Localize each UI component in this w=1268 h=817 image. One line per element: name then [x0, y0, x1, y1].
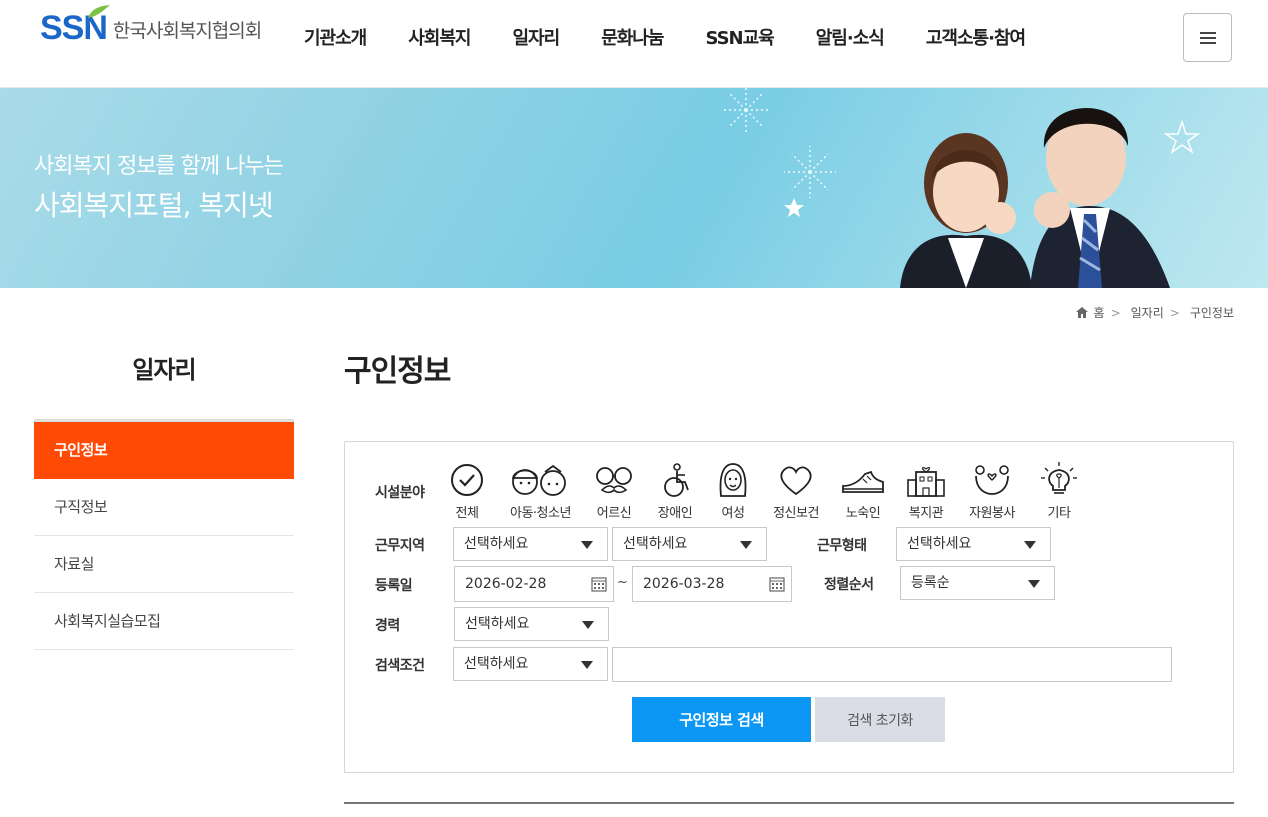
category-children[interactable]: 아동·청소년: [510, 462, 571, 521]
helping-hands-icon: [975, 465, 1009, 495]
keyword-input[interactable]: [612, 647, 1172, 682]
nav-item-education[interactable]: SSN교육: [705, 24, 774, 50]
main-nav: 기관소개 사회복지 일자리 문화나눔 SSN교육 알림·소식 고객소통·참여: [304, 24, 1067, 50]
chevron-down-icon: [582, 621, 594, 629]
chevron-down-icon: [740, 541, 752, 549]
date-to-input[interactable]: 2026-03-28: [632, 566, 792, 602]
condition-label: 검색조건: [375, 658, 425, 674]
building-icon: [907, 466, 945, 497]
site-logo[interactable]: SSN 한국사회복지협의회: [40, 5, 262, 48]
condition-select[interactable]: 선택하세요: [453, 647, 608, 681]
breadcrumb: 홈 > 일자리 > 구인정보: [1075, 304, 1234, 321]
sidebar-item-job-seeking[interactable]: 구직정보: [34, 479, 294, 536]
wheelchair-icon: [664, 463, 689, 497]
category-mental-health[interactable]: 정신보건: [766, 462, 826, 521]
worktype-label: 근무형태: [817, 538, 867, 554]
breadcrumb-jobs[interactable]: 일자리: [1131, 304, 1164, 321]
calendar-icon[interactable]: [769, 576, 785, 592]
chevron-down-icon: [1028, 580, 1040, 588]
sidebar-item-internship[interactable]: 사회복지실습모집: [34, 593, 294, 650]
nav-item-jobs[interactable]: 일자리: [513, 24, 561, 50]
chevron-down-icon: [581, 661, 593, 669]
sort-label: 정렬순서: [824, 577, 874, 593]
nav-item-customer[interactable]: 고객소통·참여: [926, 24, 1026, 50]
category-homeless[interactable]: 노숙인: [833, 462, 893, 521]
breadcrumb-home[interactable]: 홈: [1094, 304, 1105, 321]
home-icon[interactable]: [1075, 307, 1088, 318]
woman-icon: [719, 463, 747, 497]
date-range-separator: ~: [617, 575, 628, 590]
nav-item-about[interactable]: 기관소개: [304, 24, 367, 50]
reset-search-button[interactable]: 검색 초기화: [815, 697, 945, 742]
leaf-icon: [88, 5, 110, 18]
sort-select[interactable]: 등록순: [900, 566, 1055, 600]
chevron-down-icon: [1024, 541, 1036, 549]
nav-item-news[interactable]: 알림·소식: [816, 24, 885, 50]
breadcrumb-current: 구인정보: [1189, 306, 1234, 320]
category-other[interactable]: 기타: [1029, 462, 1089, 521]
region-label: 근무지역: [375, 538, 425, 554]
sidebar-title: 일자리: [132, 356, 196, 384]
results-divider: [344, 802, 1234, 804]
category-elderly[interactable]: 어르신: [584, 462, 644, 521]
sidebar-menu: 구인정보 구직정보 자료실 사회복지실습모집: [34, 419, 294, 650]
worktype-select[interactable]: 선택하세요: [896, 527, 1051, 561]
category-women[interactable]: 여성: [703, 462, 763, 521]
heart-icon: [780, 466, 812, 496]
chevron-right-icon: >: [1110, 305, 1121, 320]
job-search-button[interactable]: 구인정보 검색: [632, 697, 811, 742]
hamburger-icon: [1199, 31, 1216, 34]
nav-item-welfare[interactable]: 사회복지: [408, 24, 471, 50]
site-header: SSN 한국사회복지협의회 기관소개 사회복지 일자리 문화나눔 SSN교육 알…: [0, 0, 1268, 88]
region-select-1[interactable]: 선택하세요: [453, 527, 608, 561]
nav-item-culture[interactable]: 문화나눔: [601, 24, 664, 50]
region-select-2[interactable]: 선택하세요: [612, 527, 767, 561]
category-volunteer[interactable]: 자원봉사: [962, 462, 1022, 521]
category-all[interactable]: 전체: [437, 462, 497, 521]
category-welfare-center[interactable]: 복지관: [896, 462, 956, 521]
career-select[interactable]: 선택하세요: [454, 607, 609, 641]
sidebar-item-job-posting[interactable]: 구인정보: [34, 422, 294, 479]
hero-banner: 사회복지 정보를 함께 나누는 사회복지포털, 복지넷: [0, 88, 1268, 288]
lightbulb-icon: [1041, 462, 1077, 494]
glasses-mustache-icon: [596, 467, 632, 494]
chevron-down-icon: [581, 541, 593, 549]
facility-label: 시설분야: [375, 485, 425, 501]
logo-org-name: 한국사회복지협의회: [112, 20, 262, 42]
page-title: 구인정보: [344, 354, 451, 389]
check-circle-icon: [451, 464, 483, 496]
sidebar-item-archive[interactable]: 자료실: [34, 536, 294, 593]
banner-illustration: [724, 88, 1201, 288]
shoe-icon: [842, 470, 884, 493]
chevron-right-icon: >: [1169, 305, 1180, 320]
calendar-icon[interactable]: [591, 576, 607, 592]
category-disabled[interactable]: 장애인: [645, 462, 705, 521]
banner-subtitle: 사회복지 정보를 함께 나누는: [34, 154, 284, 179]
date-from-input[interactable]: 2026-02-28: [454, 566, 614, 602]
date-label: 등록일: [375, 578, 413, 594]
children-icon: [511, 464, 566, 496]
banner-title: 사회복지포털, 복지넷: [34, 189, 274, 222]
hamburger-menu-button[interactable]: [1183, 13, 1232, 62]
career-label: 경력: [375, 618, 400, 634]
